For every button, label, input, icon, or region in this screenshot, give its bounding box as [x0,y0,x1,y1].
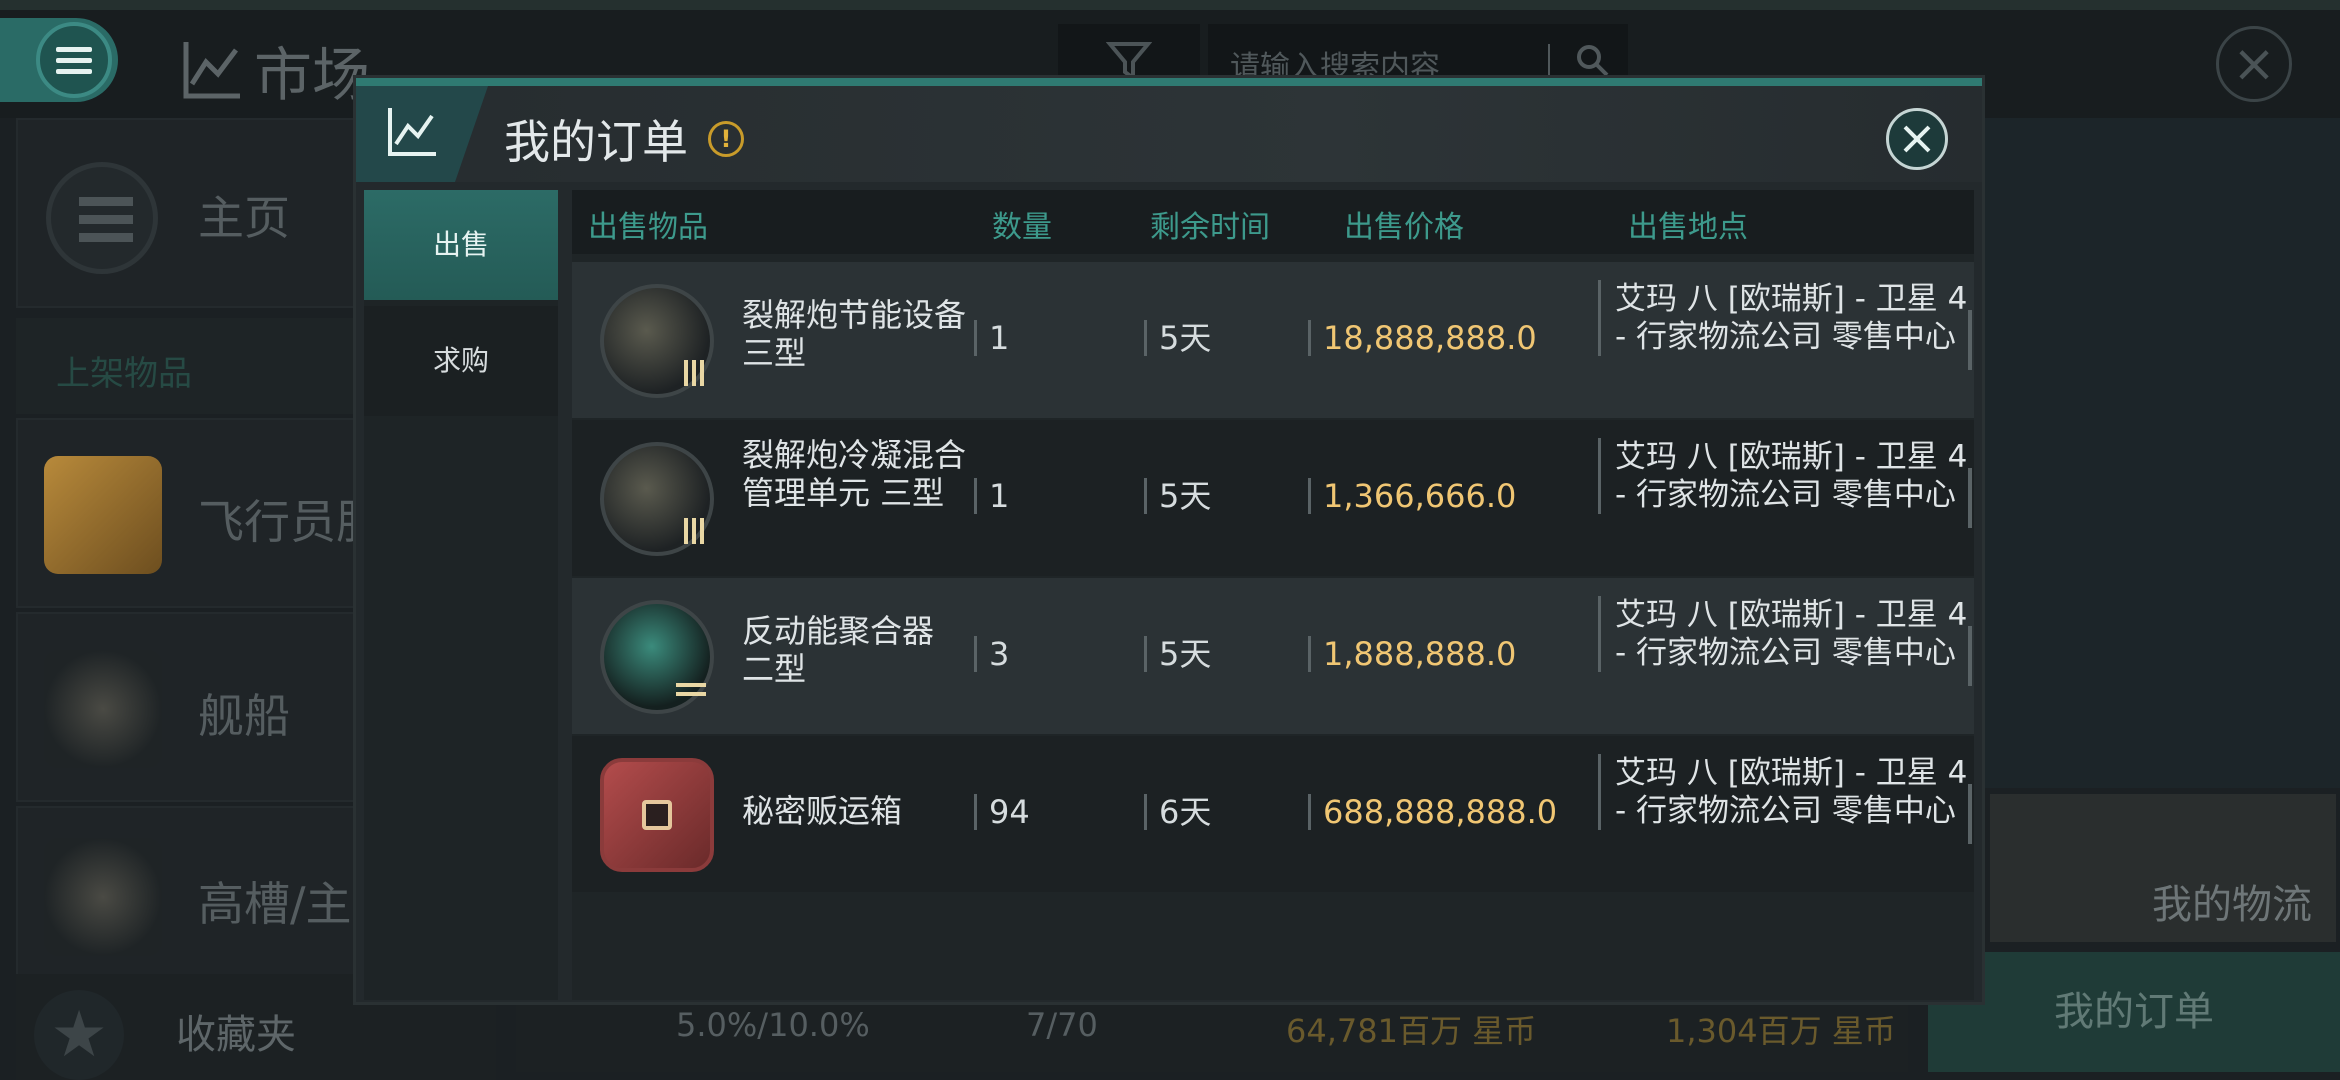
sidebar-item-label: 舰船 [198,689,290,743]
table-row[interactable]: 裂解炮节能设备 三型 1 5天 18,888,888.0 艾玛 八 [欧瑞斯] … [572,262,1974,418]
dialog-close-button[interactable] [1886,108,1948,170]
item-location: 艾玛 八 [欧瑞斯] - 卫星 4 - 行家物流公司 零售中心 [1598,280,1968,356]
escrow-balance: 1,304百万 星币 [1666,1012,1896,1050]
item-name: 裂解炮节能设备 三型 [742,296,967,372]
item-qty: 1 [974,478,1009,514]
chart-icon [183,42,240,99]
dialog-icon-tab [356,86,488,182]
search-icon[interactable] [1574,42,1610,78]
ship-icon [44,650,162,768]
table-row[interactable]: 反动能聚合器 二型 3 5天 1,888,888.0 艾玛 八 [欧瑞斯] - … [572,578,1974,734]
warning-icon[interactable]: ! [708,121,744,157]
sidebar-item-label: 主页 [198,191,290,245]
row-edge-marker [1968,468,1972,528]
dialog-header: 我的订单 ! [356,86,1982,182]
tab-buy[interactable]: 求购 [364,306,558,416]
item-price: 688,888,888.0 [1308,794,1557,830]
market-title: 市场 [180,28,370,112]
weapon-rig-icon [600,284,714,398]
pilot-services-icon [44,456,162,574]
star-icon: ★ [34,990,124,1080]
row-edge-marker [1968,626,1972,686]
main-menu-button[interactable] [0,18,118,102]
tax-rate: 5.0%/10.0% [676,1006,870,1044]
table-row[interactable]: 裂解炮冷凝混合管理单元 三型 1 5天 1,366,666.0 艾玛 八 [欧瑞… [572,420,1974,576]
item-location: 艾玛 八 [欧瑞斯] - 卫星 4 - 行家物流公司 零售中心 [1598,438,1968,514]
column-header-time: 剩余时间 [1150,210,1270,245]
column-header-item: 出售物品 [588,210,708,245]
item-time-left: 6天 [1144,794,1211,830]
hamburger-icon [56,41,92,80]
market-title-text: 市场 [254,41,371,109]
item-name: 裂解炮冷凝混合管理单元 三型 [742,436,967,512]
column-header-price: 出售价格 [1344,210,1464,245]
logistics-label: 我的物流 [2152,882,2312,928]
item-time-left: 5天 [1144,478,1211,514]
order-count: 7/70 [1026,1006,1098,1044]
table-header: 出售物品 数量 剩余时间 出售价格 出售地点 [572,190,1974,254]
table-row[interactable]: 秘密贩运箱 94 6天 688,888,888.0 艾玛 八 [欧瑞斯] - 卫… [572,736,1974,892]
item-qty: 1 [974,320,1009,356]
item-price: 1,366,666.0 [1308,478,1516,514]
orders-table: 出售物品 数量 剩余时间 出售价格 出售地点 裂解炮节能设备 三型 1 5天 1… [572,190,1974,1000]
favorites-label: 收藏夹 [176,1012,296,1058]
item-qty: 3 [974,636,1009,672]
wallet-balance: 64,781百万 星币 [1286,1012,1537,1050]
chart-icon [388,108,436,156]
item-price: 1,888,888.0 [1308,636,1516,672]
row-edge-marker [1968,310,1972,370]
item-name: 反动能聚合器 二型 [742,612,935,688]
item-time-left: 5天 [1144,636,1211,672]
close-icon [1903,125,1931,153]
column-header-qty: 数量 [992,210,1052,245]
my-orders-button[interactable]: 我的订单 [1928,952,2340,1072]
item-time-left: 5天 [1144,320,1211,356]
order-type-tabs: 出售 求购 [364,190,558,1000]
row-edge-marker [1968,784,1972,844]
dialog-title-text: 我的订单 [504,115,688,169]
right-panel [1940,118,2340,788]
item-name: 秘密贩运箱 [742,792,903,830]
close-icon: × [2232,34,2276,94]
item-location: 艾玛 八 [欧瑞斯] - 卫星 4 - 行家物流公司 零售中心 [1598,754,1968,830]
tab-sell[interactable]: 出售 [364,190,558,300]
item-price: 18,888,888.0 [1308,320,1537,356]
item-location: 艾玛 八 [欧瑞斯] - 卫星 4 - 行家物流公司 零售中心 [1598,596,1968,672]
search-separator [1548,44,1550,78]
shield-module-icon [600,600,714,714]
home-menu-icon [46,162,158,274]
my-orders-dialog: 我的订单 ! 出售 求购 出售物品 数量 剩余时间 出售价格 出售地点 裂解炮节… [356,78,1982,1002]
dialog-title: 我的订单 ! [504,106,744,172]
weapon-rig-icon [600,442,714,556]
market-close-button[interactable]: × [2216,26,2292,102]
column-header-location: 出售地点 [1628,210,1748,245]
weapon-icon [44,838,162,956]
logistics-button[interactable]: 我的物流 [1990,794,2336,942]
item-qty: 94 [974,794,1030,830]
crate-icon [600,758,714,872]
